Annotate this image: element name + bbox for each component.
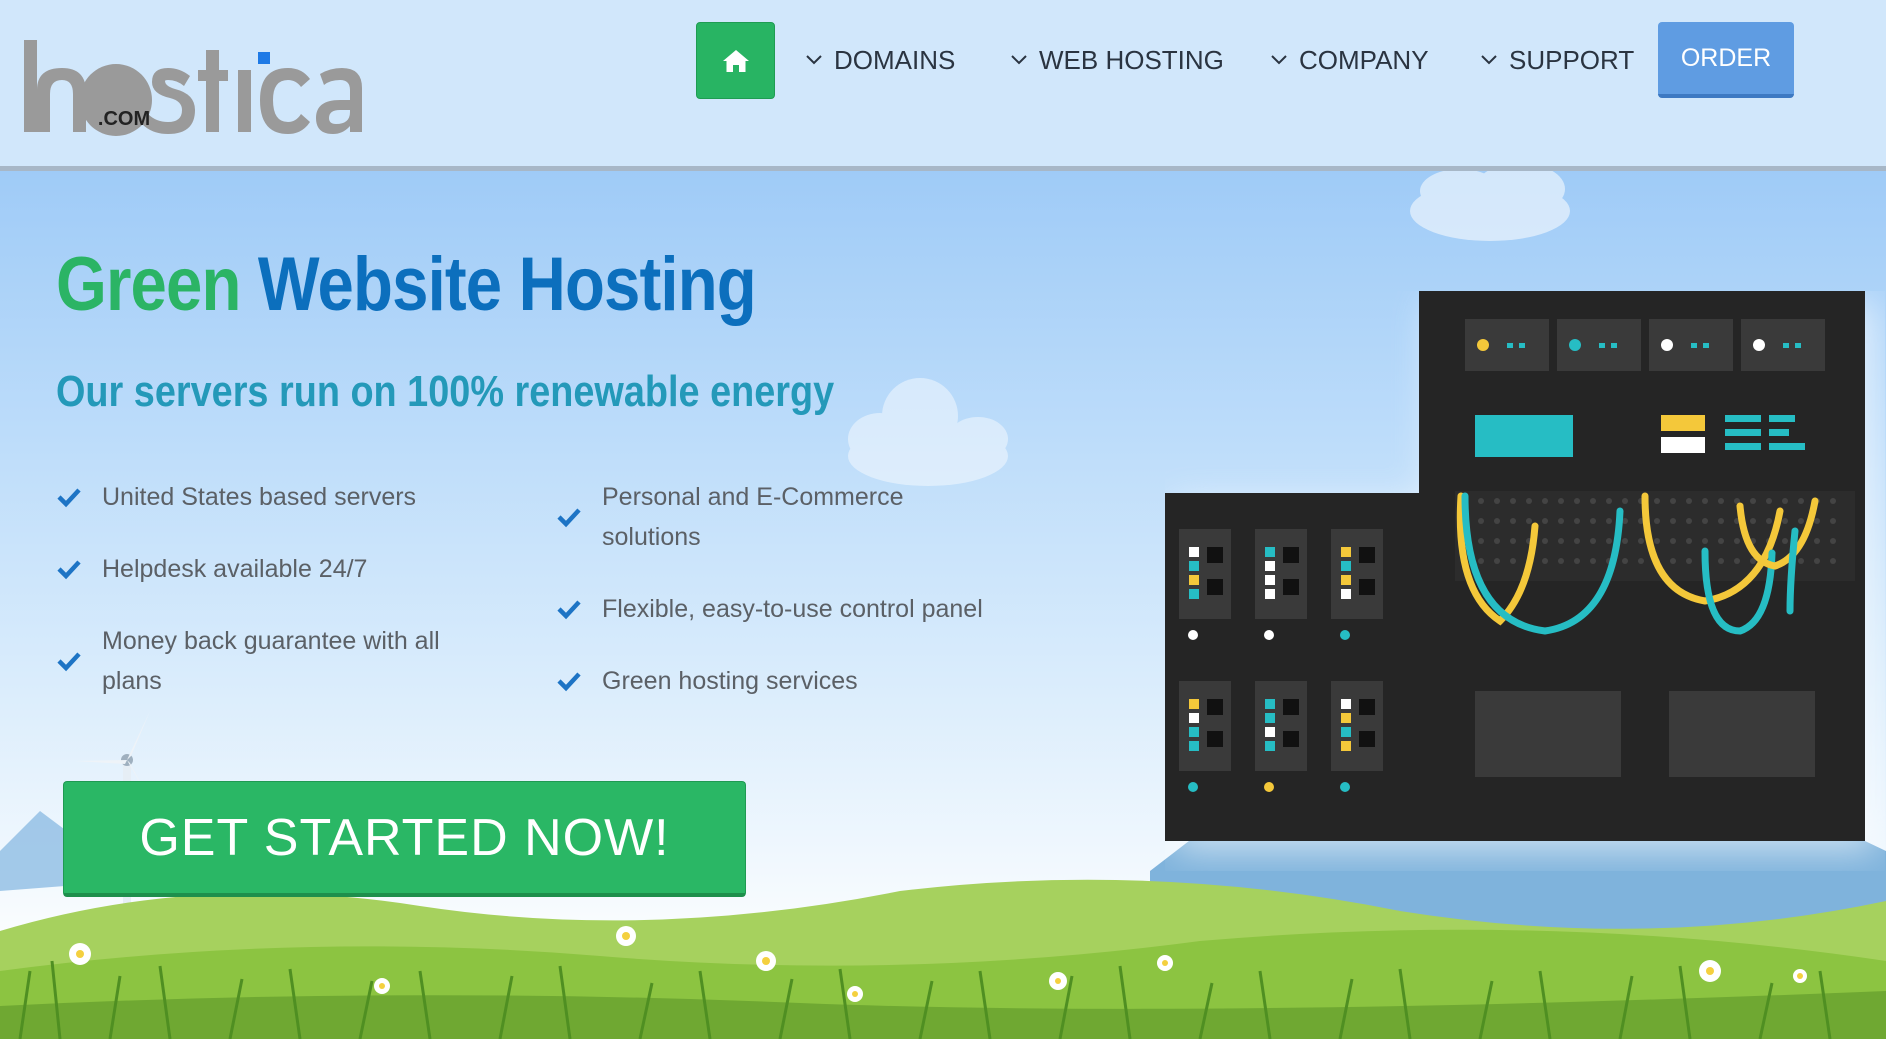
feature-text: United States based servers [102, 483, 417, 511]
feature-item: Money back guarantee with all plans [56, 621, 486, 701]
chevron-down-icon [1481, 55, 1497, 65]
chevron-down-icon [1271, 55, 1287, 65]
feature-item: Helpdesk available 24/7 [56, 549, 486, 589]
nav-company[interactable]: COMPANY [1271, 42, 1429, 78]
chevron-down-icon [1011, 55, 1027, 65]
home-button[interactable] [696, 22, 775, 99]
nav-web-hosting-label: WEB HOSTING [1039, 44, 1224, 75]
nav-support[interactable]: SUPPORT [1481, 42, 1634, 78]
nav-domains-label: DOMAINS [834, 44, 956, 75]
feature-text: Helpdesk available 24/7 [102, 555, 368, 583]
logo-accent-dot [258, 52, 270, 64]
checkmark-icon [557, 600, 581, 620]
chevron-down-icon [806, 55, 822, 65]
order-button[interactable]: ORDER [1658, 22, 1794, 98]
house-icon [722, 49, 749, 72]
feature-text: Flexible, easy-to-use control panel [602, 595, 983, 623]
checkmark-icon [57, 488, 81, 508]
headline-blue-text: Website Hosting [257, 242, 757, 327]
nav-web-hosting[interactable]: WEB HOSTING [1011, 42, 1224, 78]
checkmark-icon [557, 508, 581, 528]
hero-headline: Green Website Hosting [56, 241, 757, 328]
feature-text: Money back guarantee with all plans [102, 627, 440, 695]
server-rack-illustration [1165, 291, 1875, 851]
get-started-button[interactable]: GET STARTED NOW! [63, 781, 746, 897]
cloud-icon [1410, 171, 1570, 241]
headline-green-word: Green [56, 242, 241, 327]
hero-section: Green Website Hosting Our servers run on… [0, 171, 1886, 1039]
cloud-icon [848, 378, 1008, 486]
hostica-logo[interactable]: .COM [20, 34, 370, 144]
feature-text: Personal and E-Commerce solutions [602, 483, 904, 551]
checkmark-icon [57, 560, 81, 580]
nav-company-label: COMPANY [1299, 44, 1429, 75]
checkmark-icon [557, 672, 581, 692]
logo-mark [24, 40, 362, 136]
nav-support-label: SUPPORT [1509, 44, 1635, 75]
feature-item: Green hosting services [556, 661, 986, 701]
feature-item: Flexible, easy-to-use control panel [556, 589, 1026, 629]
feature-text: Green hosting services [602, 667, 858, 695]
checkmark-icon [57, 652, 81, 672]
logo-com-text: .COM [97, 108, 151, 130]
site-header: .COM DOMAINS WEB HOSTING COMPANY SUPPORT… [0, 0, 1886, 171]
feature-item: Personal and E-Commerce solutions [556, 477, 986, 557]
feature-item: United States based servers [56, 477, 486, 517]
nav-domains[interactable]: DOMAINS [806, 42, 955, 78]
hero-subheadline: Our servers run on 100% renewable energy [56, 367, 835, 416]
